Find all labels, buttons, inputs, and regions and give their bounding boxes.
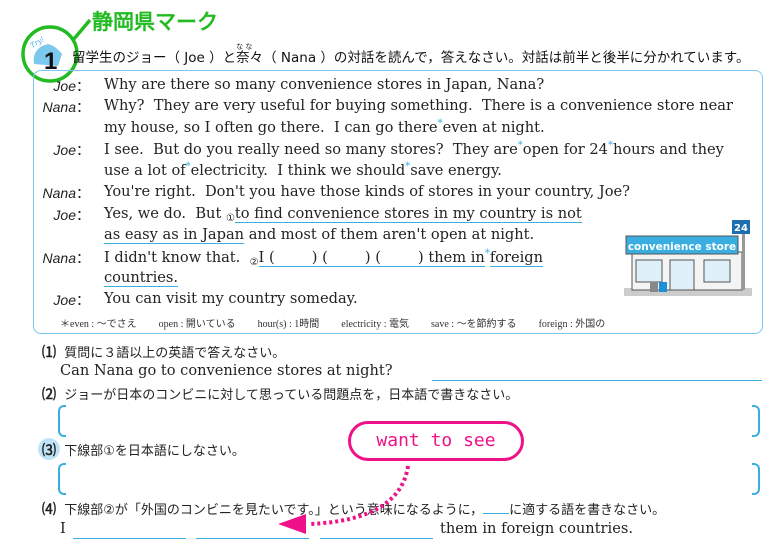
text-segment: and most of them aren't open at night. bbox=[244, 226, 535, 243]
dialogue-text: countries. bbox=[104, 269, 179, 287]
glossary: ＊even : ～でさえ open : 開いている hour(s) : 1時間 ele… bbox=[60, 319, 606, 330]
convenience-store-illustration: convenience store 24 bbox=[624, 220, 752, 296]
answer-2-bracket-right bbox=[752, 405, 760, 437]
underline-marker: ② bbox=[249, 257, 259, 268]
hint-bubble: want to see bbox=[348, 421, 524, 461]
dialogue-text: use a lot of*electricity. I think we sho… bbox=[104, 161, 502, 179]
dialogue-text: as easy as in Japan and most of them are… bbox=[104, 226, 535, 244]
dialogue-text: You can visit my country someday. bbox=[104, 290, 358, 307]
instruction: 留学生のジョー（ Joe ）とな な奈々（ Nana ）の対話を読んで，答えなさ… bbox=[72, 43, 750, 66]
underlined-text: countries. bbox=[104, 269, 179, 287]
answer-2-bracket-left bbox=[58, 405, 66, 437]
text-segment: electricity. I think we should bbox=[190, 162, 406, 179]
text-segment: use a lot of bbox=[104, 162, 186, 179]
text-segment: I didn't know that. bbox=[104, 249, 250, 266]
underlined-text: to find convenience stores in my country… bbox=[234, 205, 582, 223]
text-segment: Why are there so many convenience stores… bbox=[104, 76, 545, 93]
text-segment: my house, so I often go there. I can go … bbox=[104, 119, 438, 136]
underlined-text: as easy as in Japan bbox=[104, 226, 245, 244]
text-segment: save energy. bbox=[410, 162, 502, 179]
question-1: ⑴ 質問に３語以上の英語で答えなさい。 bbox=[42, 344, 286, 361]
text-segment: Why? They are very useful for buying som… bbox=[104, 97, 733, 114]
answer-4-blank-1[interactable] bbox=[73, 523, 186, 539]
answer-4-suffix: them in foreign countries. bbox=[440, 520, 633, 537]
svg-text:24: 24 bbox=[734, 223, 748, 234]
text-segment: Yes, we do. But bbox=[104, 205, 226, 222]
dialogue-text: I didn't know that. ②I ( ) ( ) ( ) them … bbox=[104, 248, 544, 268]
speaker-label: Nana： bbox=[42, 99, 90, 115]
speaker-label: Joe： bbox=[53, 207, 90, 223]
text-segment: hours and they bbox=[612, 141, 724, 158]
answer-1-field[interactable] bbox=[432, 365, 762, 381]
svg-text:convenience store: convenience store bbox=[628, 241, 736, 253]
blank-sample bbox=[483, 502, 510, 514]
underline-marker: ① bbox=[225, 213, 235, 224]
text-segment: You can visit my country someday. bbox=[104, 290, 358, 307]
hint-arrow bbox=[278, 465, 410, 534]
question-2: ⑵ ジョーが日本のコンビニに対して思っている問題点を，日本語で書きなさい。 bbox=[42, 386, 519, 403]
answer-3-bracket-left bbox=[58, 463, 66, 495]
speaker-label: Joe： bbox=[53, 142, 90, 158]
text-segment: open for 24 bbox=[522, 141, 608, 158]
speaker-label: Nana： bbox=[42, 185, 90, 201]
dialogue-text: You're right. Don't you have those kinds… bbox=[104, 183, 630, 200]
text-segment: You're right. Don't you have those kinds… bbox=[104, 183, 631, 200]
dialogue-text: Yes, we do. But ①to find convenience sto… bbox=[104, 205, 582, 224]
dialogue-text: Why are there so many convenience stores… bbox=[104, 76, 544, 93]
dialogue-text: I see. But do you really need so many st… bbox=[104, 140, 724, 158]
dialogue-text: Why? They are very useful for buying som… bbox=[104, 97, 733, 114]
underlined-text: foreign bbox=[489, 249, 544, 267]
speaker-label: Joe： bbox=[53, 78, 90, 94]
speaker-label: Joe： bbox=[53, 292, 90, 308]
text-segment: I see. But do you really need so many st… bbox=[104, 141, 518, 158]
answer-4-i: I bbox=[60, 520, 66, 537]
dialogue-text: my house, so I often go there. I can go … bbox=[104, 118, 545, 136]
answer-3-bracket-right bbox=[752, 463, 760, 495]
text-segment: even at night. bbox=[442, 119, 545, 136]
annotation-title: 静岡県マーク bbox=[92, 10, 218, 34]
question-1-prompt: Can Nana go to convenience stores at nig… bbox=[60, 362, 393, 379]
underlined-text: I ( ) ( ) ( ) them in bbox=[258, 249, 485, 267]
speaker-label: Nana： bbox=[42, 250, 90, 266]
question-3: ⑶ 下線部①を日本語にしなさい。 bbox=[42, 442, 245, 459]
